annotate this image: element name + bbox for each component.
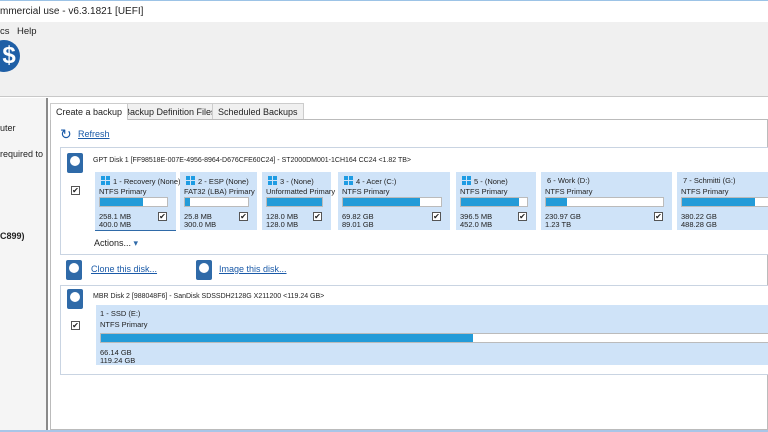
menu-bar: cs Help bbox=[0, 22, 768, 40]
partition-2[interactable]: 2 - ESP (None) FAT32 (LBA) Primary 25.8 … bbox=[180, 172, 257, 230]
total-size: 300.0 MB bbox=[184, 220, 217, 229]
partition-name: 6 - Work (D:) bbox=[547, 176, 590, 185]
tab-scheduled-backups[interactable]: Scheduled Backups bbox=[212, 103, 304, 120]
partition-type: FAT32 (LBA) Primary bbox=[184, 187, 255, 196]
partition-label: 2 - ESP (None) bbox=[198, 177, 249, 186]
usage-bar bbox=[342, 197, 442, 207]
hard-disk-icon bbox=[67, 289, 83, 309]
usage-fill bbox=[101, 334, 473, 342]
usage-fill bbox=[185, 198, 191, 206]
selected-partition-underline bbox=[95, 230, 176, 231]
title-bar: mmercial use - v6.3.1821 [UEFI] bbox=[0, 0, 768, 22]
actions-label[interactable]: Actions... bbox=[94, 238, 131, 248]
windows-icon bbox=[268, 176, 277, 185]
usage-fill bbox=[100, 198, 144, 206]
usage-bar bbox=[99, 197, 168, 207]
refresh-icon[interactable]: ↻ bbox=[60, 126, 72, 143]
usage-fill bbox=[461, 198, 519, 206]
partition-5[interactable]: 5 - (None) NTFS Primary 396.5 MB 452.0 M… bbox=[456, 172, 536, 230]
usage-fill bbox=[546, 198, 568, 206]
windows-icon bbox=[186, 176, 195, 185]
clone-disk-icon[interactable] bbox=[66, 260, 82, 280]
left-panel-text: required to bbox=[0, 149, 44, 159]
total-size: 1.23 TB bbox=[545, 220, 572, 229]
partition-ssd[interactable]: 1 - SSD (E:) NTFS Primary 66.14 GB 119.2… bbox=[96, 305, 768, 365]
partition-name: 4 - Acer (C:) bbox=[344, 176, 396, 186]
usage-bar bbox=[460, 197, 528, 207]
image-disk-icon[interactable] bbox=[196, 260, 212, 280]
partition-checkbox[interactable]: ✔ bbox=[654, 212, 663, 221]
partition-name: 3 - (None) bbox=[268, 176, 314, 186]
partition-label: 3 - (None) bbox=[280, 177, 314, 186]
windows-icon bbox=[344, 176, 353, 185]
partition-name: 1 - Recovery (None) bbox=[101, 176, 181, 186]
hard-disk-icon bbox=[67, 153, 83, 173]
window-title: mmercial use - v6.3.1821 [UEFI] bbox=[0, 6, 144, 17]
tab-backup-definition-files[interactable]: Backup Definition Files bbox=[118, 103, 222, 120]
left-panel-text: C899) bbox=[0, 231, 25, 241]
partition-checkbox[interactable]: ✔ bbox=[313, 212, 322, 221]
partition-label: 4 - Acer (C:) bbox=[356, 177, 397, 186]
usage-bar bbox=[100, 333, 768, 343]
left-panel: uter required to C899) bbox=[0, 98, 48, 430]
partition-type: NTFS Primary bbox=[342, 187, 390, 196]
partition-name: 7 - Schmitti (G:) bbox=[683, 176, 736, 185]
disk2-checkbox[interactable]: ✔ bbox=[71, 321, 80, 330]
partition-checkbox[interactable]: ✔ bbox=[158, 212, 167, 221]
partition-type: NTFS Primary bbox=[460, 187, 508, 196]
partition-label: 1 - Recovery (None) bbox=[113, 177, 181, 186]
partition-label: 5 - (None) bbox=[474, 177, 508, 186]
chevron-down-icon: ▾ bbox=[133, 238, 139, 248]
actions-menu[interactable]: Actions... ▾ bbox=[94, 238, 138, 249]
partition-7[interactable]: 7 - Schmitti (G:) NTFS Primary 380.22 GB… bbox=[677, 172, 768, 230]
total-size: 400.0 MB bbox=[99, 220, 132, 229]
partition-type: NTFS Primary bbox=[99, 187, 147, 196]
partition-3[interactable]: 3 - (None) Unformatted Primary 128.0 MB … bbox=[262, 172, 335, 230]
partition-4[interactable]: 4 - Acer (C:) NTFS Primary 69.82 GB 89.0… bbox=[338, 172, 450, 230]
usage-bar bbox=[266, 197, 323, 207]
usage-bar bbox=[184, 197, 249, 207]
total-size: 128.0 MB bbox=[266, 220, 299, 229]
total-size: 452.0 MB bbox=[460, 220, 493, 229]
toolbar bbox=[0, 40, 768, 97]
clone-disk-link[interactable]: Clone this disk... bbox=[91, 264, 157, 274]
partition-type: NTFS Primary bbox=[681, 187, 729, 196]
total-size: 89.01 GB bbox=[342, 220, 374, 229]
menu-item-help[interactable]: Help bbox=[17, 26, 37, 37]
partition-1[interactable]: 1 - Recovery (None) NTFS Primary 258.1 M… bbox=[95, 172, 181, 230]
partition-name: 1 - SSD (E:) bbox=[100, 309, 141, 318]
usage-bar bbox=[681, 197, 768, 207]
image-disk-link[interactable]: Image this disk... bbox=[219, 264, 287, 274]
partition-label: 7 - Schmitti (G:) bbox=[683, 176, 736, 185]
partition-checkbox[interactable]: ✔ bbox=[432, 212, 441, 221]
left-panel-text: uter bbox=[0, 123, 16, 133]
usage-fill bbox=[343, 198, 420, 206]
partition-name: 2 - ESP (None) bbox=[186, 176, 249, 186]
partition-6[interactable]: 6 - Work (D:) NTFS Primary 230.97 GB 1.2… bbox=[541, 172, 672, 230]
windows-icon bbox=[101, 176, 110, 185]
disk1-header: GPT Disk 1 [FF98518E-007E-4956-8964-D676… bbox=[93, 157, 412, 164]
partition-checkbox[interactable]: ✔ bbox=[518, 212, 527, 221]
disk1-checkbox[interactable]: ✔ bbox=[71, 186, 80, 195]
usage-bar bbox=[545, 197, 664, 207]
partition-type: NTFS Primary bbox=[545, 187, 593, 196]
refresh-link[interactable]: Refresh bbox=[78, 129, 110, 139]
partition-type: NTFS Primary bbox=[100, 320, 148, 329]
total-size: 488.28 GB bbox=[681, 220, 717, 229]
partition-label: 6 - Work (D:) bbox=[547, 176, 590, 185]
disk2-header: MBR Disk 2 [988048F6] - SanDisk SDSSDH21… bbox=[93, 293, 325, 300]
partition-name: 5 - (None) bbox=[462, 176, 508, 186]
usage-fill bbox=[682, 198, 756, 206]
usage-fill bbox=[267, 198, 322, 206]
tab-create-backup[interactable]: Create a backup bbox=[50, 103, 129, 120]
partition-type: Unformatted Primary bbox=[266, 187, 336, 196]
partition-checkbox[interactable]: ✔ bbox=[239, 212, 248, 221]
windows-icon bbox=[462, 176, 471, 185]
menu-item-tools[interactable]: cs bbox=[0, 26, 10, 37]
total-size: 119.24 GB bbox=[100, 356, 136, 365]
